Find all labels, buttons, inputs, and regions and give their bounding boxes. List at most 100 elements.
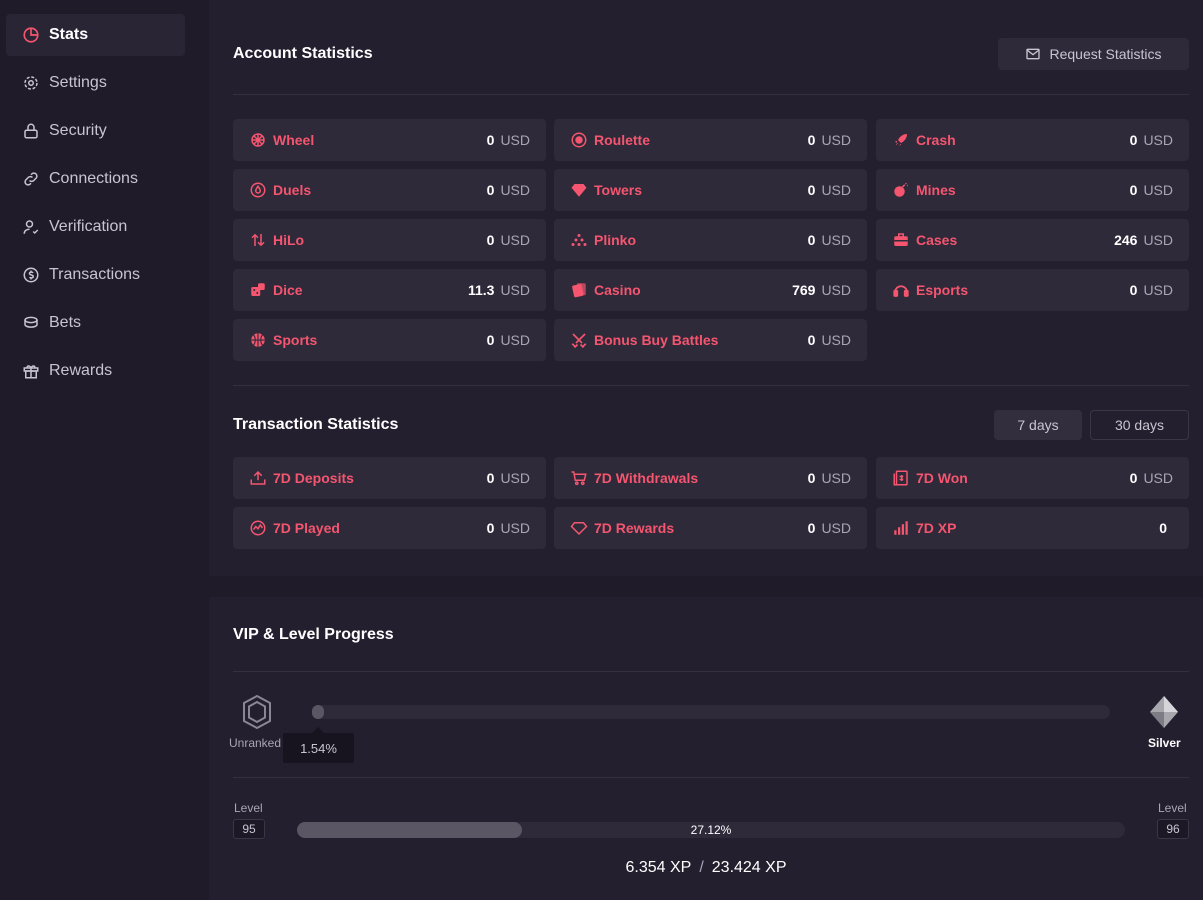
stat-unit: USD [500, 332, 530, 348]
sidebar-item-transactions[interactable]: Transactions [6, 254, 185, 296]
stat-value: 0 [486, 520, 495, 536]
swords-icon [570, 331, 588, 349]
stat-label: Esports [916, 282, 969, 298]
stat-value: 0 [807, 182, 816, 198]
stat-value: 0 [807, 470, 816, 486]
stat-label: Duels [273, 182, 312, 198]
stat-unit: USD [821, 470, 851, 486]
stat-unit: USD [821, 182, 851, 198]
stat-unit: USD [821, 132, 851, 148]
level-progress-label: 27.12% [690, 823, 732, 837]
sidebar-item-stats[interactable]: Stats [6, 14, 185, 56]
sidebar-item-label: Connections [49, 170, 138, 187]
stat-card-cases: Cases 246 USD [876, 219, 1189, 261]
stat-unit: USD [1143, 232, 1173, 248]
stat-label: 7D Withdrawals [594, 470, 699, 486]
stat-value: 0 [486, 332, 495, 348]
statistics-panel: Account Statistics Request Statistics Wh… [209, 0, 1203, 576]
sidebar-item-label: Settings [49, 74, 107, 91]
stat-unit: USD [500, 182, 530, 198]
cart-icon [570, 469, 588, 487]
gift-icon [22, 362, 40, 380]
sidebar-item-connections[interactable]: Connections [6, 158, 185, 200]
divider [233, 777, 1189, 778]
stat-label: 7D XP [916, 520, 957, 536]
sidebar-item-settings[interactable]: Settings [6, 62, 185, 104]
stat-unit: USD [1143, 182, 1173, 198]
arrows-up-down-icon [249, 231, 267, 249]
link-icon [22, 170, 40, 188]
stat-label: Roulette [594, 132, 650, 148]
stat-card-crash: Crash 0 USD [876, 119, 1189, 161]
stat-value: 0 [1129, 182, 1138, 198]
sidebar-item-label: Bets [49, 314, 82, 331]
divider [233, 94, 1189, 95]
sidebar-item-bets[interactable]: Bets [6, 302, 185, 344]
stat-unit: USD [500, 132, 530, 148]
mail-icon [1026, 48, 1041, 60]
vip-progress-bar [312, 705, 1110, 719]
vip-title: VIP & Level Progress [233, 626, 394, 643]
stat-value: 0 [807, 132, 816, 148]
activity-icon [249, 519, 267, 537]
sidebar: Stats Settings Security Connections Veri… [0, 0, 209, 900]
stat-unit: USD [1143, 282, 1173, 298]
stat-label: Casino [594, 282, 641, 298]
next-rank-label: Silver [1148, 736, 1181, 750]
stat-value: 0 [1129, 132, 1138, 148]
bomb-icon [892, 181, 910, 199]
money-stack-icon [892, 469, 910, 487]
stat-value: 0 [807, 332, 816, 348]
pie-chart-icon [22, 26, 40, 44]
sidebar-item-rewards[interactable]: Rewards [6, 350, 185, 392]
stat-card-plinko: Plinko 0 USD [554, 219, 867, 261]
divider [233, 671, 1189, 672]
stat-card-7d-deposits: 7D Deposits 0 USD [233, 457, 546, 499]
stat-card-esports: Esports 0 USD [876, 269, 1189, 311]
stat-card-7d-withdrawals: 7D Withdrawals 0 USD [554, 457, 867, 499]
transaction-statistics-title: Transaction Statistics [233, 416, 399, 433]
stat-label: Sports [273, 332, 318, 348]
current-rank-label: Unranked [229, 736, 282, 750]
sidebar-item-label: Transactions [49, 266, 140, 283]
stat-value: 0 [1159, 520, 1167, 536]
case-icon [892, 231, 910, 249]
stat-unit: USD [500, 232, 530, 248]
stat-unit: USD [821, 332, 851, 348]
tab-7-days[interactable]: 7 days [994, 410, 1082, 440]
stat-card-towers: Towers 0 USD [554, 169, 867, 211]
stat-unit: USD [821, 232, 851, 248]
stat-unit: USD [821, 520, 851, 536]
xp-current: 6.354 XP [625, 859, 692, 876]
stat-card-7d-rewards: 7D Rewards 0 USD [554, 507, 867, 549]
xp-separator: / [699, 859, 704, 876]
tab-30-days[interactable]: 30 days [1090, 410, 1189, 440]
stat-label: Crash [916, 132, 956, 148]
next-level-caption: Level [1158, 801, 1187, 815]
stat-card-hilo: HiLo 0 USD [233, 219, 546, 261]
sidebar-item-verification[interactable]: Verification [6, 206, 185, 248]
stat-card-duels: Duels 0 USD [233, 169, 546, 211]
request-statistics-button[interactable]: Request Statistics [998, 38, 1189, 70]
stat-unit: USD [500, 470, 530, 486]
sidebar-item-security[interactable]: Security [6, 110, 185, 152]
stat-value: 0 [486, 470, 495, 486]
dollar-circle-icon [22, 266, 40, 284]
stat-label: Bonus Buy Battles [594, 332, 719, 348]
silver-rank-icon [1150, 696, 1178, 728]
stat-value: 0 [486, 182, 495, 198]
stat-unit: USD [1143, 132, 1173, 148]
xp-total: 23.424 XP [711, 859, 787, 876]
stat-label: Plinko [594, 232, 637, 248]
diamond-icon [570, 181, 588, 199]
stat-card-7d-won: 7D Won 0 USD [876, 457, 1189, 499]
current-level-caption: Level [234, 801, 263, 815]
stat-unit: USD [500, 282, 530, 298]
stat-card-wheel: Wheel 0 USD [233, 119, 546, 161]
stat-value: 0 [486, 232, 495, 248]
coins-icon [22, 314, 40, 332]
level-progress-bar: 27.12% [297, 822, 1125, 838]
stat-card-sports: Sports 0 USD [233, 319, 546, 361]
stat-value: 0 [807, 520, 816, 536]
diamond-outline-icon [570, 519, 588, 537]
